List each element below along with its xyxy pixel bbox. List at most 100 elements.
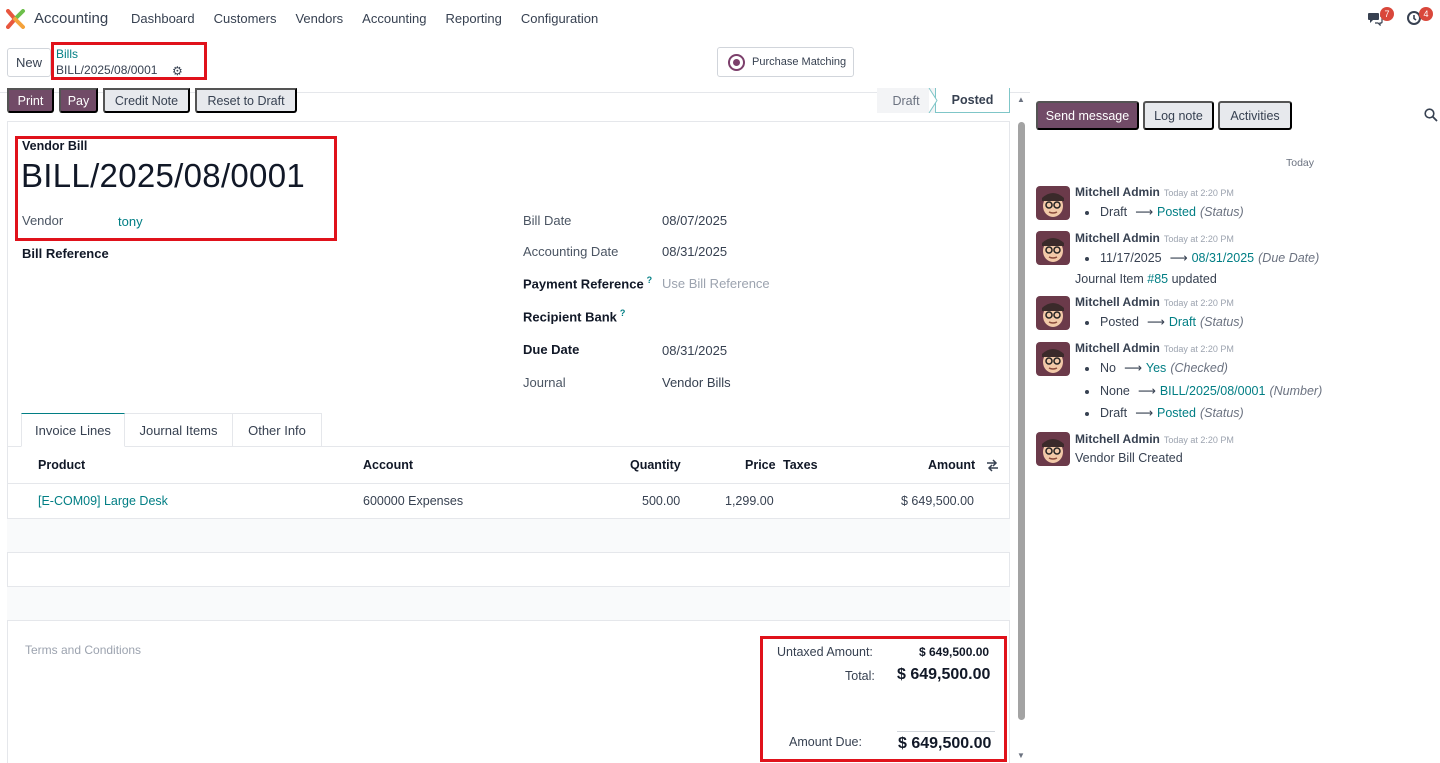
messages-count-badge: 7 [1380,7,1394,21]
app-name[interactable]: Accounting [34,10,108,27]
journal-label: Journal [523,375,566,390]
line-product[interactable]: [E-COM09] Large Desk [38,494,168,508]
avatar[interactable] [1036,231,1070,265]
optional-columns-icon[interactable] [986,459,999,472]
tracking-change: Draft ⟶ Posted (Status) [1085,204,1244,219]
note-suffix: updated [1171,272,1217,286]
status-draft[interactable]: Draft [877,88,935,113]
breadcrumb-current: BILL/2025/08/0001 [56,63,158,77]
journal-item-link[interactable]: #85 [1147,272,1168,286]
line-amount[interactable]: $ 649,500.00 [901,494,974,508]
tab-other-info[interactable]: Other Info [232,413,322,447]
due-date-field[interactable]: 08/31/2025 [662,343,727,358]
avatar[interactable] [1036,432,1070,466]
total-label: Total: [845,669,875,683]
terms-and-conditions-input[interactable]: Terms and Conditions [25,643,141,657]
message-author[interactable]: Mitchell Admin Today at 2:20 PM [1075,231,1234,245]
column-header-account[interactable]: Account [363,458,413,472]
message-author[interactable]: Mitchell Admin Today at 2:20 PM [1075,341,1234,355]
menu-item-vendors[interactable]: Vendors [295,11,343,26]
message-author[interactable]: Mitchell Admin Today at 2:20 PM [1075,295,1234,309]
arrow-right-icon: ⟶ [1135,205,1154,219]
message-author[interactable]: Mitchell Admin Today at 2:20 PM [1075,432,1234,446]
new-value: Draft [1168,315,1196,329]
new-button[interactable]: New [7,48,51,77]
field-name: (Due Date) [1258,251,1320,265]
column-header-taxes[interactable]: Taxes [783,458,818,472]
column-header-price[interactable]: Price [745,458,776,472]
scroll-down-icon[interactable]: ▼ [1017,751,1025,760]
bill-date-field[interactable]: 08/07/2025 [662,213,727,228]
print-button[interactable]: Print [7,88,54,113]
divider [7,483,1010,484]
new-value: Posted [1157,205,1196,219]
menu-item-customers[interactable]: Customers [214,11,277,26]
messages-icon[interactable]: 7 [1367,7,1394,28]
column-header-product[interactable]: Product [38,458,85,472]
tracking-change: None ⟶ BILL/2025/08/0001 (Number) [1085,383,1322,398]
accounting-date-field[interactable]: 08/31/2025 [662,244,727,259]
menu-item-accounting[interactable]: Accounting [362,11,426,26]
vendor-field[interactable]: tony [118,214,143,229]
breadcrumb-bills-link[interactable]: Bills [56,47,78,61]
avatar[interactable] [1036,186,1070,220]
message-time: Today at 2:20 PM [1163,298,1234,308]
untaxed-amount-value: $ 649,500.00 [919,645,990,659]
column-header-amount[interactable]: Amount [928,458,975,472]
log-note-button[interactable]: Log note [1143,101,1214,130]
message-time: Today at 2:20 PM [1163,344,1234,354]
tracking-change: 11/17/2025 ⟶ 08/31/2025 (Due Date) [1085,250,1319,265]
avatar[interactable] [1036,296,1070,330]
field-name: (Status) [1199,315,1244,329]
recipient-bank-label-text: Recipient Bank [523,309,617,325]
purchase-matching-button[interactable]: Purchase Matching [717,47,854,77]
help-icon[interactable]: ? [620,308,626,318]
menu-item-reporting[interactable]: Reporting [446,11,502,26]
message-author-name: Mitchell Admin [1075,341,1160,355]
divider [7,620,1010,621]
help-icon[interactable]: ? [647,275,653,285]
tracking-change: No ⟶ Yes (Checked) [1085,360,1228,375]
scroll-up-icon[interactable]: ▲ [1017,95,1025,104]
status-chevron-icon [928,88,938,113]
activities-clock-icon[interactable]: 4 [1406,7,1433,28]
gear-icon[interactable]: ⚙ [172,64,183,78]
purchase-matching-label: Purchase Matching [752,56,847,68]
bullet-icon [1085,411,1089,416]
bullet-icon [1085,389,1089,394]
status-posted[interactable]: Posted [935,88,1010,113]
menu-item-configuration[interactable]: Configuration [521,11,598,26]
form-scrollbar[interactable] [1018,122,1025,720]
bullet-icon [1085,366,1089,371]
field-name: (Status) [1199,205,1244,219]
tab-invoice-lines[interactable]: Invoice Lines [21,413,125,447]
payment-reference-input[interactable]: Use Bill Reference [662,276,770,291]
bill-reference-label: Bill Reference [22,246,109,261]
bill-number-title: BILL/2025/08/0001 [21,157,306,194]
line-price[interactable]: 1,299.00 [725,494,774,508]
activities-button[interactable]: Activities [1218,101,1292,130]
send-message-button[interactable]: Send message [1036,101,1139,130]
avatar[interactable] [1036,342,1070,376]
payment-reference-label: Payment Reference? [523,275,652,291]
recipient-bank-label: Recipient Bank? [523,308,625,324]
line-account[interactable]: 600000 Expenses [363,494,463,508]
menu-item-dashboard[interactable]: Dashboard [131,11,195,26]
accounting-app-icon[interactable] [6,9,26,29]
arrow-right-icon: ⟶ [1123,361,1142,375]
bill-date-label: Bill Date [523,213,572,228]
message-author[interactable]: Mitchell Admin Today at 2:20 PM [1075,185,1234,199]
pay-button[interactable]: Pay [59,88,98,113]
reset-to-draft-button[interactable]: Reset to Draft [195,88,297,113]
tracking-change: Posted ⟶ Draft (Status) [1085,314,1244,329]
search-icon[interactable] [1424,108,1438,122]
credit-note-button[interactable]: Credit Note [103,88,190,113]
activities-count-badge: 4 [1419,7,1433,21]
tab-journal-items[interactable]: Journal Items [124,413,233,447]
line-quantity[interactable]: 500.00 [642,494,680,508]
column-header-quantity[interactable]: Quantity [630,458,681,472]
due-date-label: Due Date [523,342,580,357]
journal-field[interactable]: Vendor Bills [662,375,731,390]
note-prefix: Journal Item [1075,272,1144,286]
message-author-name: Mitchell Admin [1075,432,1160,446]
